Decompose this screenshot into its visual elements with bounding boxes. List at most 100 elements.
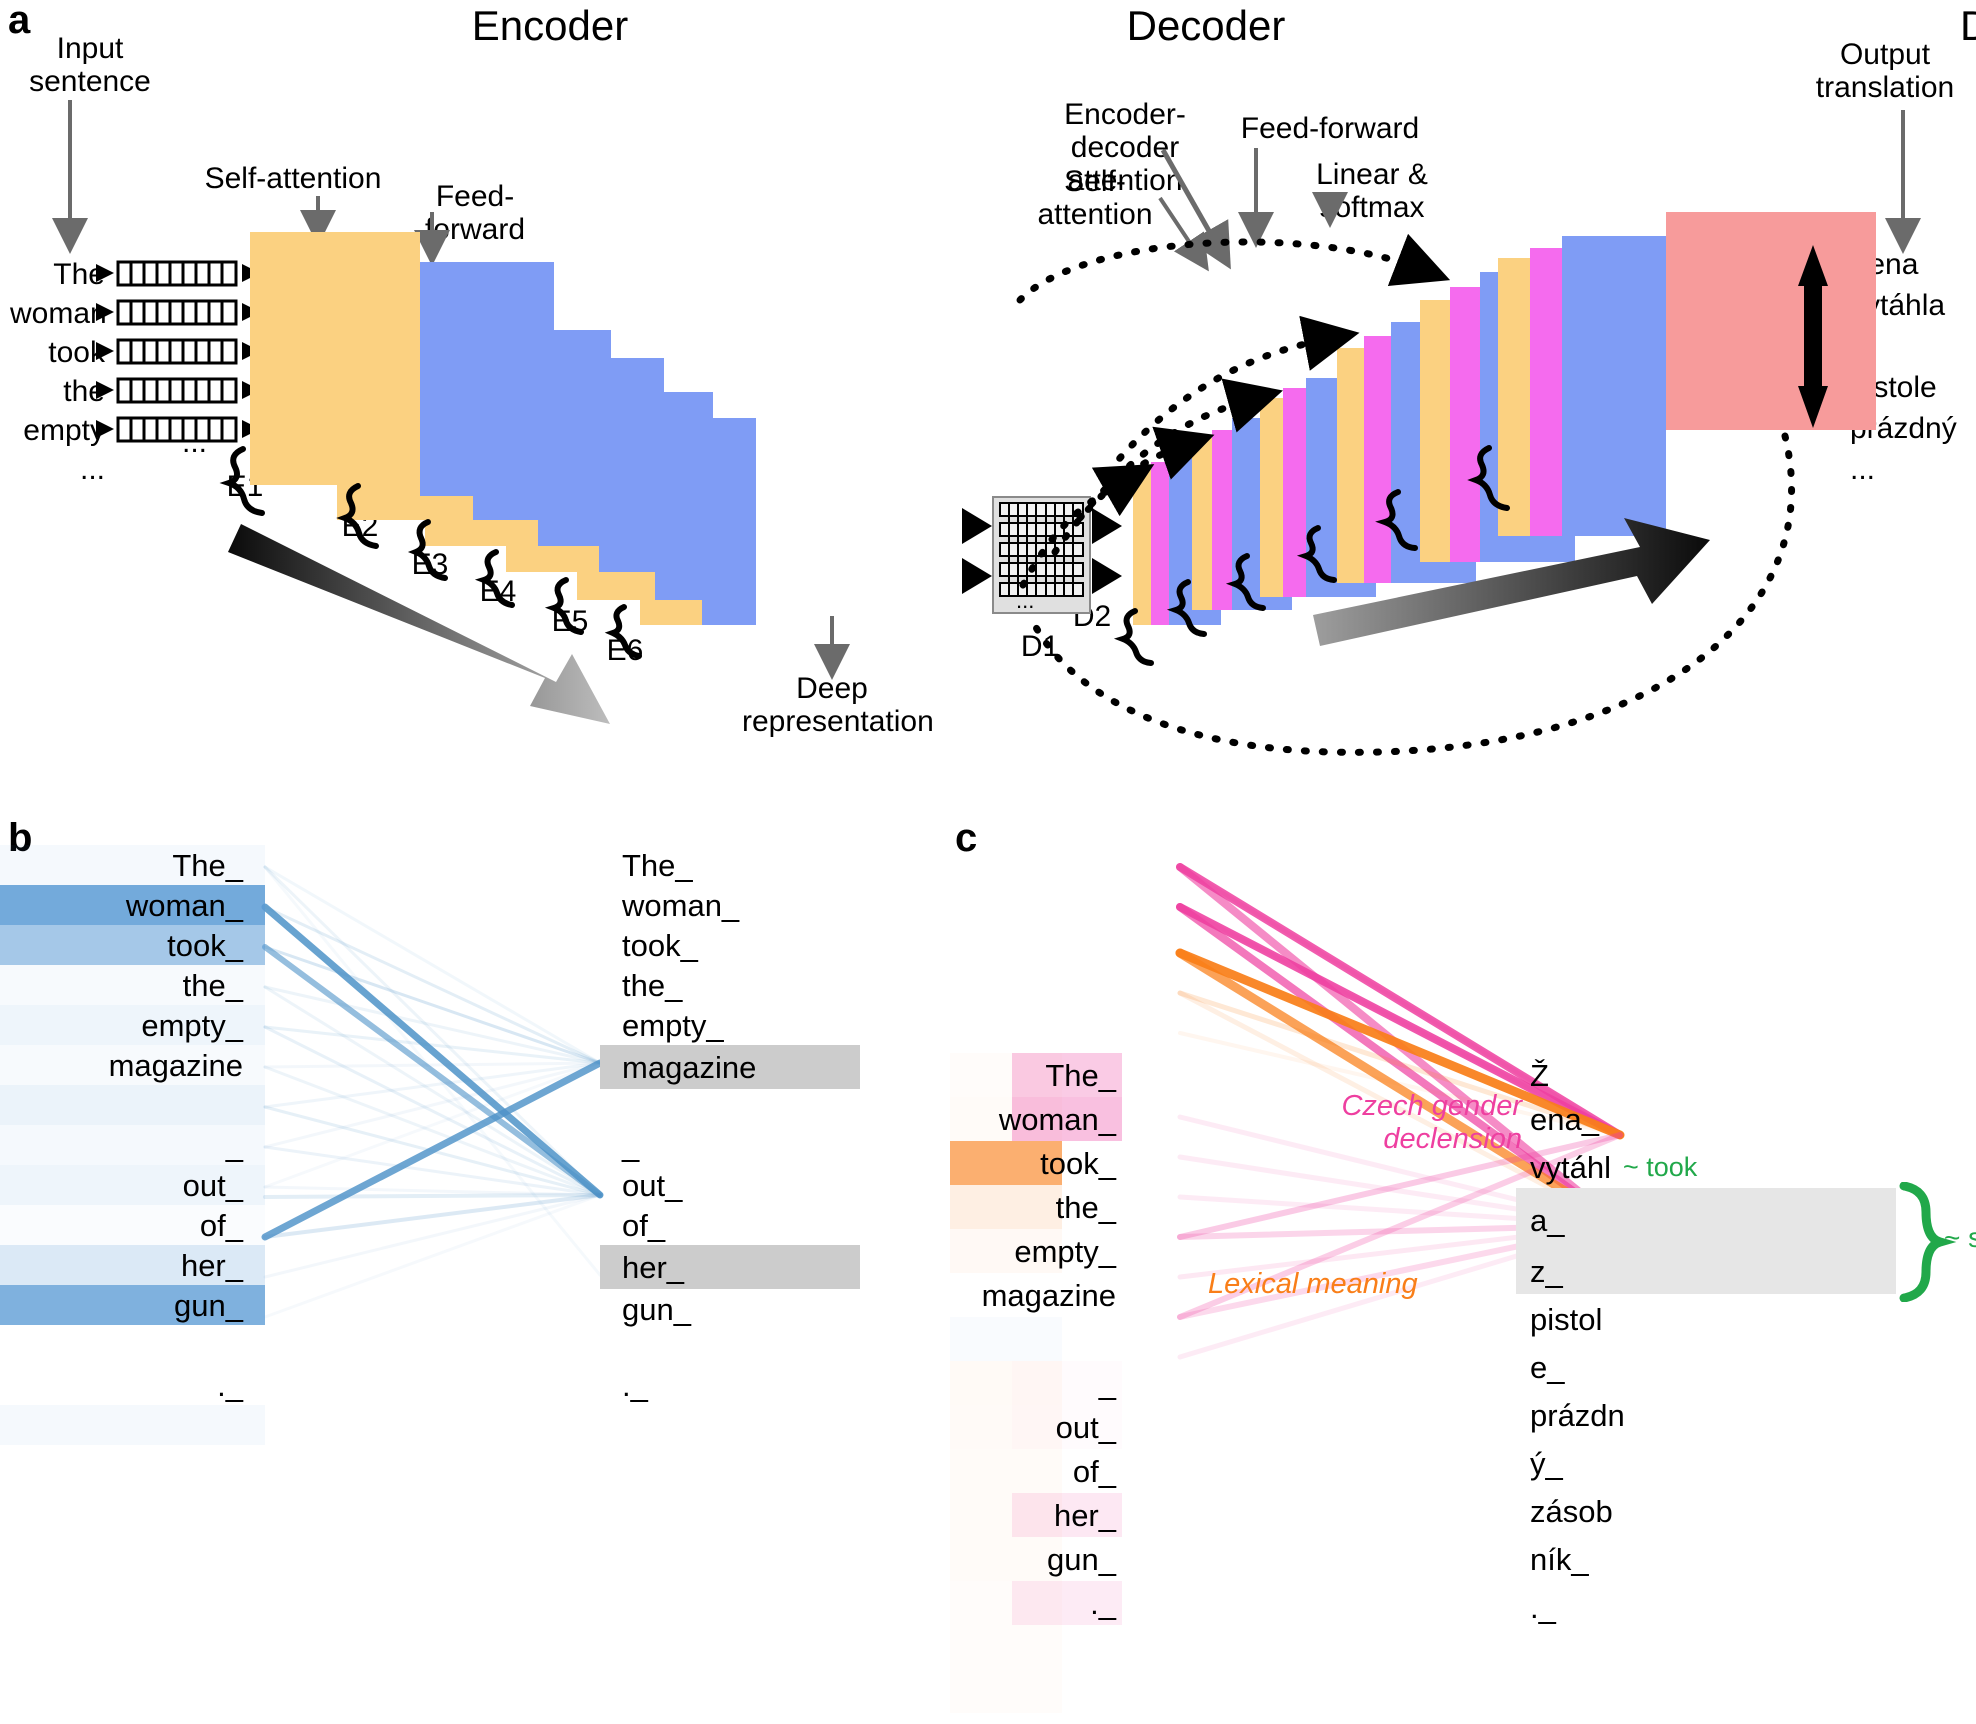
panel-c-source-row[interactable]: her_ bbox=[1012, 1493, 1122, 1537]
encoder-title: Encoder bbox=[471, 2, 629, 49]
panel-c-source-row[interactable]: ._ bbox=[1012, 1581, 1122, 1625]
panel-c-target-row[interactable]: zásob bbox=[1530, 1487, 1860, 1535]
panel-b-source-row[interactable]: ._ bbox=[0, 1365, 265, 1405]
panel-b-target-row[interactable]: The_ bbox=[600, 845, 860, 885]
input-word-1: woman bbox=[10, 297, 107, 330]
panel-c-source-row[interactable]: empty_ bbox=[1012, 1229, 1122, 1273]
target-token: The_ bbox=[622, 847, 693, 883]
panel-c-target-row[interactable]: a_ bbox=[1530, 1194, 1860, 1247]
encoder-layer-3 bbox=[425, 318, 611, 546]
encoder-layer-1 bbox=[250, 232, 506, 496]
source-token: the_ bbox=[182, 967, 243, 1003]
czech-gender-declension-annotation: Czech gender declension bbox=[1341, 1090, 1522, 1156]
lexical-meaning-annotation: Lexical meaning bbox=[1208, 1268, 1418, 1300]
target-token: vytáhl bbox=[1530, 1150, 1611, 1185]
target-token: a_ bbox=[1530, 1203, 1565, 1238]
source-token: _ bbox=[225, 1127, 243, 1163]
panel-b-target-row[interactable]: woman_ bbox=[600, 885, 860, 925]
panel-c-source-row[interactable]: out_ bbox=[1012, 1405, 1122, 1449]
panel-b-target-row-highlight[interactable]: her_ bbox=[600, 1245, 860, 1289]
panel-b-source-row[interactable]: magazine bbox=[0, 1045, 265, 1085]
panel-b-source-row[interactable] bbox=[0, 1405, 265, 1445]
panel-c-source-row[interactable]: the_ bbox=[1012, 1185, 1122, 1229]
panel-b-source-row[interactable]: the_ bbox=[0, 965, 265, 1005]
output-word-3: pistole bbox=[1850, 371, 1937, 404]
panel-c-target-row[interactable]: ník_ bbox=[1530, 1535, 1860, 1583]
panel-b-target-row[interactable]: of_ bbox=[600, 1205, 860, 1245]
source-token: out_ bbox=[1055, 1410, 1116, 1445]
target-token: out_ bbox=[622, 1167, 683, 1203]
panel-b-target-row[interactable]: out_ bbox=[600, 1165, 860, 1205]
target-token: the_ bbox=[622, 967, 683, 1003]
panel-c-target-row[interactable]: Ž bbox=[1530, 1053, 1860, 1097]
target-token: empty_ bbox=[622, 1007, 724, 1043]
panel-b-target-row[interactable]: took_ bbox=[600, 925, 860, 965]
panel-b-target-row[interactable]: gun_ bbox=[600, 1289, 860, 1329]
panel-c-target-row[interactable]: pistol bbox=[1530, 1295, 1860, 1343]
panel-c-source-row[interactable]: The_ bbox=[1012, 1053, 1122, 1097]
decoder-flow-arrow bbox=[1313, 518, 1710, 646]
encoder-layer-label-E6: E6 bbox=[606, 634, 644, 667]
encoder-feed-forward-label: Feed-forward bbox=[424, 180, 526, 246]
source-token: The_ bbox=[1045, 1058, 1116, 1093]
panel-c-target-row[interactable]: ý_ bbox=[1530, 1439, 1860, 1487]
target-token: woman_ bbox=[622, 887, 740, 923]
decoder-layer-label-D4: D4 bbox=[1198, 545, 1238, 578]
panel-c-target-row[interactable]: e_ bbox=[1530, 1343, 1860, 1391]
target-token: prázdn bbox=[1530, 1397, 1625, 1433]
decoder-feed-forward-label: Feed-forward bbox=[1240, 112, 1420, 145]
panel-c-target-column: Ž ena_ vytáhl ~ took a_ z_ pistol e_ prá… bbox=[1530, 1053, 1860, 1631]
target-token: magazine bbox=[622, 1049, 757, 1085]
source-token: magazine bbox=[981, 1278, 1116, 1313]
panel-c-source-row[interactable] bbox=[1012, 1317, 1122, 1361]
panel-c-target-row[interactable]: prázdn bbox=[1530, 1391, 1860, 1439]
panel-c-source-row[interactable]: gun_ bbox=[1012, 1537, 1122, 1581]
panel-c-source-row[interactable]: woman_ bbox=[999, 1097, 1122, 1141]
panel-b-source-row[interactable]: of_ bbox=[0, 1205, 265, 1245]
panel-b-target-row[interactable]: ._ bbox=[600, 1365, 860, 1405]
panel-b-target-row[interactable]: the_ bbox=[600, 965, 860, 1005]
output-word-2: z bbox=[1850, 330, 1865, 363]
panel-b-source-row[interactable]: gun_ bbox=[0, 1285, 265, 1325]
panel-c-target-row[interactable]: z_ bbox=[1530, 1247, 1860, 1295]
panel-b-target-row[interactable]: _ bbox=[600, 1125, 860, 1165]
target-token: zásob bbox=[1530, 1493, 1613, 1529]
decoder-layer-4 bbox=[1337, 322, 1476, 583]
output-vertical-arrow bbox=[1798, 245, 1828, 428]
panel-b-source-row[interactable] bbox=[0, 1325, 265, 1365]
source-token: the_ bbox=[1055, 1190, 1116, 1225]
panel-b-target-row[interactable] bbox=[600, 1329, 860, 1365]
panel-c-target-row[interactable]: vytáhl ~ took bbox=[1530, 1141, 1860, 1194]
panel-c-target-row[interactable]: ._ bbox=[1530, 1583, 1860, 1631]
panel-b-target-row[interactable]: empty_ bbox=[600, 1005, 860, 1045]
panel-c-target-row[interactable]: ena_ bbox=[1530, 1097, 1860, 1141]
panel-b-source-row[interactable]: _ bbox=[0, 1125, 265, 1165]
input-word-5: ... bbox=[79, 453, 105, 486]
panel-c-source-row[interactable]: took_ bbox=[1012, 1141, 1122, 1185]
panel-b-target-column: The_ woman_ took_ the_ empty_ magazine _… bbox=[600, 845, 860, 1405]
encoder-layer-6 bbox=[640, 403, 756, 625]
target-token: pistol bbox=[1530, 1301, 1603, 1337]
panel-c-source-row[interactable]: _ bbox=[1012, 1361, 1122, 1405]
source-token: ._ bbox=[1090, 1586, 1116, 1621]
panel-b-source-row[interactable]: her_ bbox=[0, 1245, 265, 1285]
panel-b-source-row[interactable]: The_ bbox=[0, 845, 265, 885]
panel-b-source-row[interactable]: empty_ bbox=[0, 1005, 265, 1045]
panel-b-target-row-highlight[interactable]: magazine bbox=[600, 1045, 860, 1089]
panel-b-source-row[interactable]: woman_ bbox=[0, 885, 265, 925]
output-word-4: prázdný bbox=[1850, 412, 1957, 445]
decoder-heading: Decoder bbox=[1076, 2, 1336, 50]
panel-b-source-row[interactable]: out_ bbox=[0, 1165, 265, 1205]
panel-b-target-row[interactable] bbox=[600, 1089, 860, 1125]
encoder-layer-2 bbox=[337, 262, 554, 520]
panel-c-source-row[interactable] bbox=[1012, 1669, 1122, 1713]
panel-c-source-row[interactable]: of_ bbox=[1012, 1449, 1122, 1493]
panel-b-source-row[interactable]: took_ bbox=[0, 925, 265, 965]
panel-b-source-row[interactable] bbox=[0, 1085, 265, 1125]
panel-c-source-row[interactable]: magazine bbox=[982, 1273, 1122, 1317]
panel-c-source-row[interactable] bbox=[1012, 1625, 1122, 1669]
target-token: of_ bbox=[622, 1207, 666, 1243]
output-word-1: vytáhla bbox=[1850, 289, 1946, 322]
svg-text:...: ... bbox=[182, 426, 207, 459]
deep-representation-block: ... bbox=[962, 496, 1122, 614]
